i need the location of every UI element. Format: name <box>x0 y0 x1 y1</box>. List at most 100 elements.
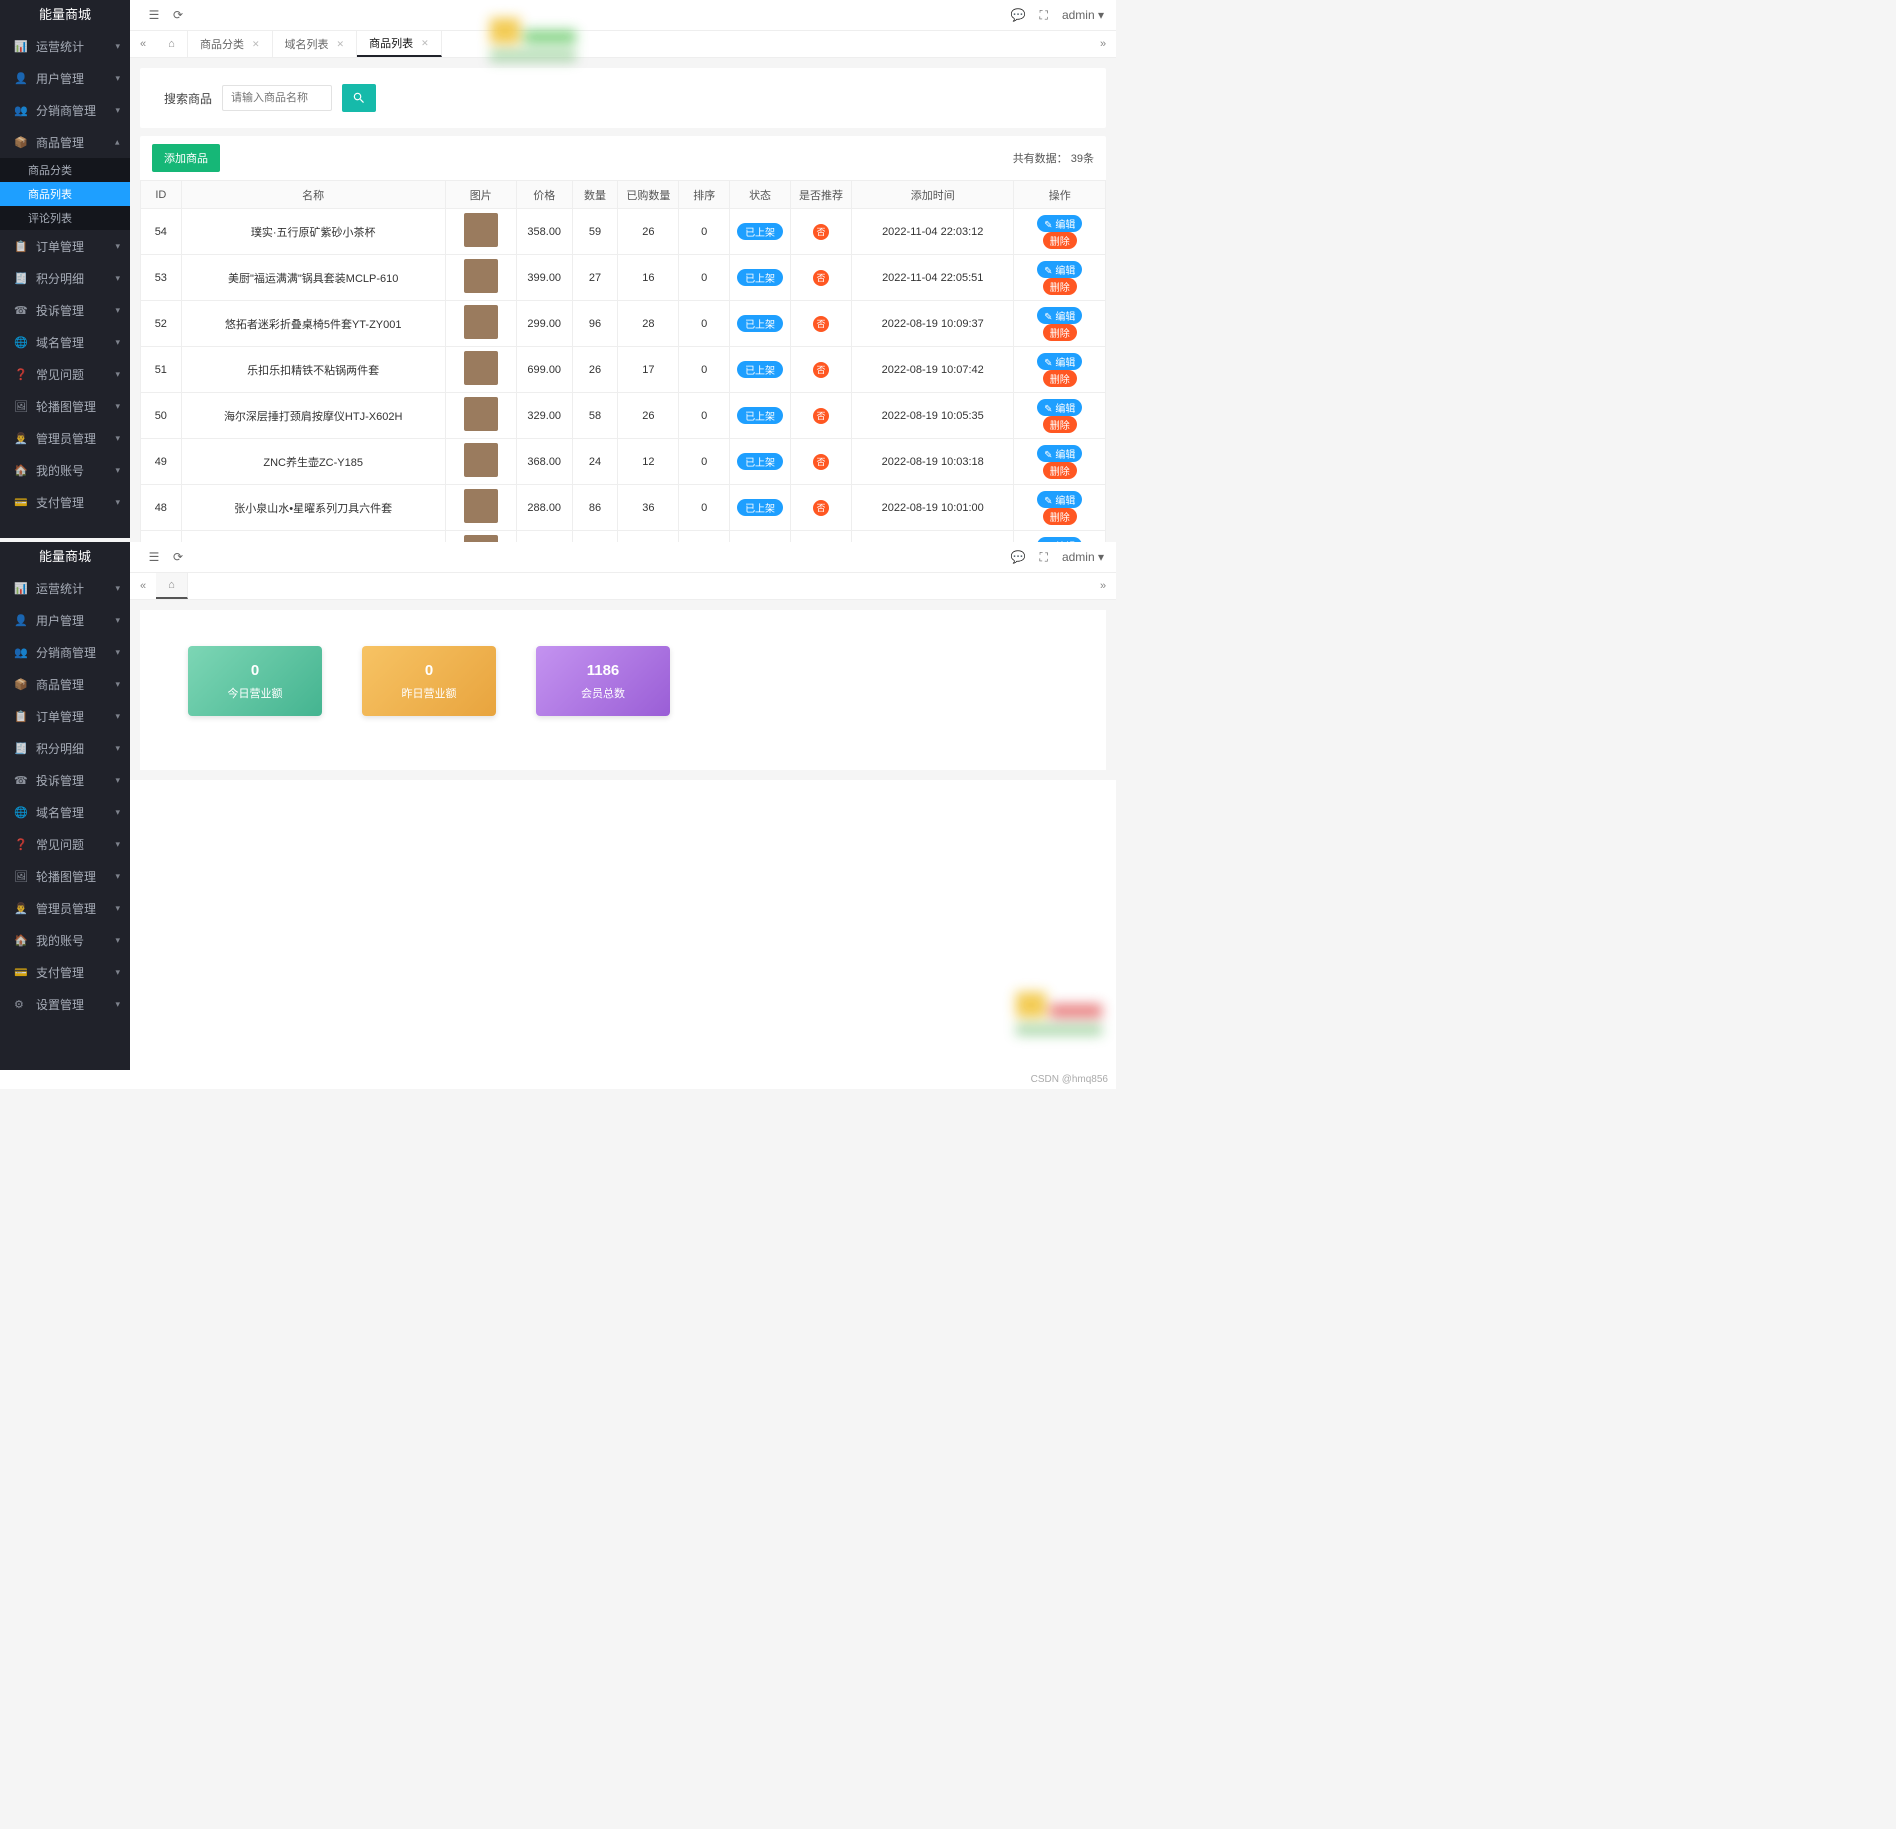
tabs-prev-icon[interactable]: « <box>130 573 156 599</box>
product-thumbnail[interactable] <box>464 489 498 523</box>
sidebar-item-product[interactable]: 📦 商品管理 ▾ <box>0 668 130 700</box>
user-menu[interactable]: admin ▾ <box>1062 550 1104 564</box>
sub-item-comments[interactable]: 评论列表 <box>0 206 130 230</box>
sidebar-item-label: 分销商管理 <box>36 102 96 119</box>
sidebar-item-label: 商品管理 <box>36 134 84 151</box>
sidebar-item[interactable]: 👨‍💼 管理员管理 ▾ <box>0 422 130 454</box>
sidebar-item[interactable]: 💳 支付管理 ▾ <box>0 486 130 518</box>
nav-icon: 👤 <box>14 614 28 627</box>
delete-button[interactable]: 删除 <box>1043 278 1077 295</box>
user-menu[interactable]: admin ▾ <box>1062 8 1104 22</box>
refresh-icon[interactable]: ⟳ <box>166 550 190 564</box>
cell-bought: 26 <box>618 393 679 439</box>
search-button[interactable] <box>342 84 376 112</box>
fullscreen-icon[interactable]: ⛶ <box>1040 550 1048 565</box>
delete-button[interactable]: 删除 <box>1043 462 1077 479</box>
product-thumbnail[interactable] <box>464 213 498 247</box>
sidebar-item[interactable]: 🧾 积分明细 ▾ <box>0 732 130 764</box>
status-badge: 已上架 <box>737 453 783 470</box>
edit-button[interactable]: ✎ 编辑 <box>1037 307 1082 324</box>
edit-button[interactable]: ✎ 编辑 <box>1037 215 1082 232</box>
sidebar-item[interactable]: ☎ 投诉管理 ▾ <box>0 764 130 796</box>
dashboard-cards: 0 今日营业额 0 昨日营业额 1186 会员总数 <box>140 610 1106 770</box>
tabs-next-icon[interactable]: » <box>1090 573 1116 599</box>
sidebar-item[interactable]: ❓ 常见问题 ▾ <box>0 358 130 390</box>
edit-button[interactable]: ✎ 编辑 <box>1037 491 1082 508</box>
sub-item-label: 评论列表 <box>28 210 72 226</box>
delete-button[interactable]: 删除 <box>1043 508 1077 525</box>
sidebar-item[interactable]: 🌐 域名管理 ▾ <box>0 796 130 828</box>
sub-item-product-list[interactable]: 商品列表 <box>0 182 130 206</box>
close-icon[interactable]: ✕ <box>421 38 429 49</box>
sidebar-item[interactable]: 🧾 积分明细 ▾ <box>0 262 130 294</box>
tabs-next-icon[interactable]: » <box>1090 31 1116 57</box>
nav-icon: ☎ <box>14 774 28 787</box>
product-thumbnail[interactable] <box>464 397 498 431</box>
sidebar-item-label: 商品管理 <box>36 676 84 693</box>
sidebar-item[interactable]: 🏠 我的账号 ▾ <box>0 924 130 956</box>
delete-button[interactable]: 删除 <box>1043 370 1077 387</box>
sidebar-item[interactable]: ⚙ 设置管理 ▾ <box>0 988 130 1020</box>
message-icon[interactable]: 💬 <box>1011 550 1026 564</box>
cell-name: 璞实·五行原矿紫砂小茶杯 <box>181 209 445 255</box>
tab[interactable]: 商品列表 ✕ <box>357 31 442 57</box>
sidebar-item[interactable]: 👤 用户管理 ▾ <box>0 62 130 94</box>
sidebar-item[interactable]: 👤 用户管理 ▾ <box>0 604 130 636</box>
sidebar-item-label: 运营统计 <box>36 580 84 597</box>
close-icon[interactable]: ✕ <box>252 39 260 50</box>
sidebar-item[interactable]: 👨‍💼 管理员管理 ▾ <box>0 892 130 924</box>
add-product-button[interactable]: 添加商品 <box>152 144 220 172</box>
cell-img <box>445 255 516 301</box>
edit-button[interactable]: ✎ 编辑 <box>1037 353 1082 370</box>
sidebar-item[interactable]: 📊 运营统计 ▾ <box>0 30 130 62</box>
fullscreen-icon[interactable]: ⛶ <box>1040 8 1048 23</box>
sidebar-item[interactable]: 🖼 轮播图管理 ▾ <box>0 860 130 892</box>
tabs-prev-icon[interactable]: « <box>130 31 156 57</box>
sidebar-item[interactable]: 💳 支付管理 ▾ <box>0 956 130 988</box>
censored-overlay <box>490 18 576 64</box>
cell-id: 49 <box>141 439 182 485</box>
tab-home[interactable]: ⌂ <box>156 31 188 57</box>
close-icon[interactable]: ✕ <box>337 39 345 50</box>
delete-button[interactable]: 删除 <box>1043 416 1077 433</box>
collapse-sidebar-icon[interactable]: ☰ <box>142 550 166 564</box>
sidebar-item-label: 设置管理 <box>36 996 84 1013</box>
sidebar-item[interactable]: 🏠 我的账号 ▾ <box>0 454 130 486</box>
sidebar-item[interactable]: 👥 分销商管理 ▾ <box>0 94 130 126</box>
status-badge: 已上架 <box>737 361 783 378</box>
product-thumbnail[interactable] <box>464 351 498 385</box>
edit-button[interactable]: ✎ 编辑 <box>1037 399 1082 416</box>
sidebar-item-label: 常见问题 <box>36 366 84 383</box>
sidebar-item[interactable]: 📋 订单管理 ▾ <box>0 700 130 732</box>
sidebar-item-label: 轮播图管理 <box>36 868 96 885</box>
product-thumbnail[interactable] <box>464 259 498 293</box>
collapse-sidebar-icon[interactable]: ☰ <box>142 8 166 22</box>
sidebar-item[interactable]: ❓ 常见问题 ▾ <box>0 828 130 860</box>
edit-button[interactable]: ✎ 编辑 <box>1037 261 1082 278</box>
sidebar-item[interactable]: 🌐 域名管理 ▾ <box>0 326 130 358</box>
sidebar-item[interactable]: 👥 分销商管理 ▾ <box>0 636 130 668</box>
tab[interactable]: 商品分类 ✕ <box>188 31 273 57</box>
product-thumbnail[interactable] <box>464 305 498 339</box>
status-badge: 已上架 <box>737 269 783 286</box>
sidebar: 能量商城 📊 运营统计 ▾ 👤 用户管理 ▾ 👥 分销商管理 ▾ 📦 商品管理 … <box>0 0 130 538</box>
product-thumbnail[interactable] <box>464 443 498 477</box>
sidebar-item[interactable]: ☎ 投诉管理 ▾ <box>0 294 130 326</box>
tab-home[interactable]: ⌂ <box>156 573 188 599</box>
stat-value: 0 <box>425 662 433 679</box>
refresh-icon[interactable]: ⟳ <box>166 8 190 22</box>
sidebar-item-product[interactable]: 📦 商品管理 ▾ <box>0 126 130 158</box>
sidebar-item[interactable]: 🖼 轮播图管理 ▾ <box>0 390 130 422</box>
edit-button[interactable]: ✎ 编辑 <box>1037 445 1082 462</box>
search-input[interactable] <box>222 85 332 111</box>
delete-button[interactable]: 删除 <box>1043 324 1077 341</box>
sidebar-item[interactable]: 📋 订单管理 ▾ <box>0 230 130 262</box>
box-icon: 📦 <box>14 136 28 149</box>
tab[interactable]: 域名列表 ✕ <box>273 31 358 57</box>
delete-button[interactable]: 删除 <box>1043 232 1077 249</box>
message-icon[interactable]: 💬 <box>1011 8 1026 22</box>
sidebar-item[interactable]: 📊 运营统计 ▾ <box>0 572 130 604</box>
table-header: ID 名称 图片 价格 数量 已购数量 排序 状态 是否推荐 添加时间 操作 <box>141 181 1106 209</box>
sub-item-category[interactable]: 商品分类 <box>0 158 130 182</box>
table-row: 52 悠拓者迷彩折叠桌椅5件套YT-ZY001 299.00 96 28 0 已… <box>141 301 1106 347</box>
